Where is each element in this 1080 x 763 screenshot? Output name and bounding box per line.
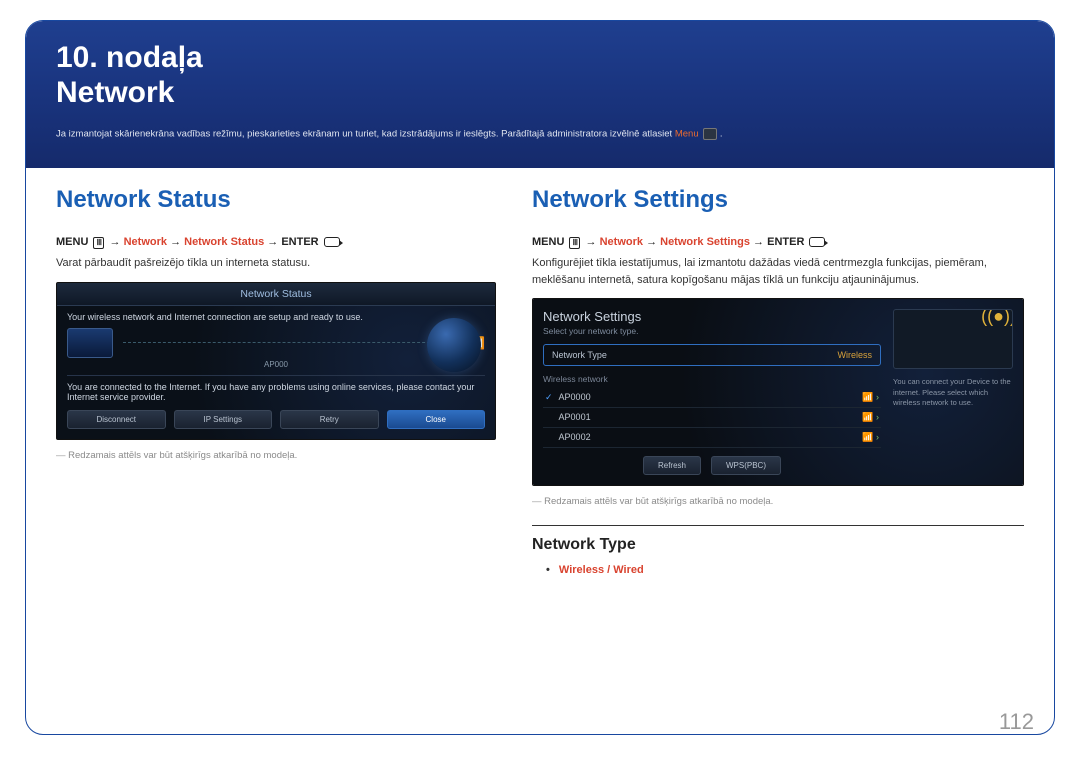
- section-divider: [532, 525, 1024, 526]
- signal-icon: ((●)): [981, 309, 1013, 327]
- settings-description: Konfigurējiet tīkla iestatījumus, lai iz…: [532, 255, 1024, 288]
- device-preview: ((●)): [893, 309, 1013, 369]
- list-item[interactable]: ✓AP0001 📶 ›: [543, 408, 881, 428]
- enter-icon: [324, 237, 340, 247]
- ns-right: ((●)) You can connect your Device to the…: [893, 309, 1013, 475]
- screenshot-network-settings: Network Settings Select your network typ…: [532, 298, 1024, 486]
- screenshot-network-status: Network Status Your wireless network and…: [56, 282, 496, 440]
- link-line: [123, 342, 460, 343]
- network-type-options: • Wireless / Wired: [532, 564, 1024, 576]
- ns-wrap: Network Settings Select your network typ…: [533, 299, 1023, 485]
- screenshot-line1: Your wireless network and Internet conne…: [67, 312, 485, 322]
- path-network: Network: [600, 236, 643, 248]
- column-network-settings: Network Settings MENU Ⅲ → Network → Netw…: [532, 186, 1024, 576]
- content-area: Network Status MENU Ⅲ → Network → Networ…: [26, 168, 1054, 576]
- path-enter: ENTER: [281, 236, 318, 248]
- menu-grid-icon: Ⅲ: [569, 237, 580, 249]
- ns-button-row: Refresh WPS(PBC): [543, 456, 881, 475]
- banner-note-text: Ja izmantojat skārienekrāna vadības režī…: [56, 129, 675, 140]
- ap-name: AP0001: [559, 412, 591, 422]
- chapter-title: Network: [56, 76, 174, 109]
- chapter-number: 10. nodaļa: [56, 41, 203, 74]
- settings-footnote: Redzamais attēls var būt atšķirīgs atkar…: [532, 496, 1024, 507]
- heading-network-settings: Network Settings: [532, 186, 1024, 214]
- screenshot-button-row: Disconnect IP Settings Retry Close: [67, 410, 485, 429]
- ip-settings-button[interactable]: IP Settings: [174, 410, 273, 429]
- option-wired: Wired: [613, 564, 643, 576]
- path-network: Network: [124, 236, 167, 248]
- column-network-status: Network Status MENU Ⅲ → Network → Networ…: [56, 186, 496, 576]
- ns-subtitle: Select your network type.: [543, 326, 881, 336]
- path-menu: MENU: [56, 236, 88, 248]
- list-item[interactable]: ✓AP0002 📶 ›: [543, 428, 881, 448]
- path-arrow: →: [267, 236, 281, 248]
- screenshot-divider: [67, 375, 485, 376]
- banner-menu-word: Menu: [675, 129, 699, 140]
- close-button[interactable]: Close: [387, 410, 486, 429]
- option-sep: /: [604, 564, 613, 576]
- path-arrow: →: [646, 236, 660, 248]
- status-description: Varat pārbaudīt pašreizējo tīkla un inte…: [56, 255, 496, 272]
- heading-network-type: Network Type: [532, 536, 1024, 554]
- wps-button[interactable]: WPS(PBC): [711, 456, 781, 475]
- menu-path-settings: MENU Ⅲ → Network → Network Settings → EN…: [532, 236, 1024, 249]
- bullet-dot: •: [546, 564, 550, 576]
- ap-label: AP000: [67, 360, 485, 369]
- wifi-icon: 📶 ›: [862, 432, 879, 443]
- ap-name: AP0002: [559, 432, 591, 442]
- tv-icon: [67, 328, 113, 358]
- path-arrow: →: [110, 236, 124, 248]
- globe-icon: [427, 318, 481, 372]
- path-enter: ENTER: [767, 236, 804, 248]
- wireless-list: Wireless network ✓ AP0000 📶 › ✓AP0001 📶 ›…: [543, 374, 881, 448]
- disconnect-button[interactable]: Disconnect: [67, 410, 166, 429]
- wireless-list-label: Wireless network: [543, 374, 881, 384]
- chapter-heading: 10. nodaļa Network: [56, 41, 1024, 110]
- network-type-label: Network Type: [552, 350, 607, 360]
- path-menu: MENU: [532, 236, 564, 248]
- screenshot-title: Network Status: [57, 283, 495, 306]
- path-network-status: Network Status: [184, 236, 264, 248]
- page-number: 112: [999, 709, 1034, 735]
- path-arrow: →: [586, 236, 600, 248]
- ns-title: Network Settings: [543, 309, 881, 324]
- banner-note: Ja izmantojat skārienekrāna vadības režī…: [56, 128, 1024, 140]
- chapter-banner: 10. nodaļa Network Ja izmantojat skārien…: [26, 21, 1054, 168]
- ns-info-text: You can connect your Device to the inter…: [893, 377, 1013, 409]
- option-wireless: Wireless: [559, 564, 604, 576]
- enter-icon: [809, 237, 825, 247]
- heading-network-status: Network Status: [56, 186, 496, 214]
- path-network-settings: Network Settings: [660, 236, 750, 248]
- banner-note-suffix: .: [720, 129, 723, 140]
- list-item[interactable]: ✓ AP0000 📶 ›: [543, 388, 881, 408]
- menu-icon: [703, 128, 717, 140]
- status-footnote: Redzamais attēls var būt atšķirīgs atkar…: [56, 450, 496, 461]
- page-frame: 10. nodaļa Network Ja izmantojat skārien…: [25, 20, 1055, 735]
- ap-name: AP0000: [559, 392, 591, 402]
- menu-grid-icon: Ⅲ: [93, 237, 104, 249]
- path-arrow: →: [170, 236, 184, 248]
- ns-left: Network Settings Select your network typ…: [543, 309, 881, 475]
- path-arrow: →: [753, 236, 767, 248]
- wifi-icon: 📶 ›: [862, 392, 879, 403]
- retry-button[interactable]: Retry: [280, 410, 379, 429]
- wifi-icon: 📶 ›: [862, 412, 879, 423]
- screenshot-line2: You are connected to the Internet. If yo…: [67, 382, 485, 402]
- connection-diagram: 📶: [67, 328, 485, 358]
- refresh-button[interactable]: Refresh: [643, 456, 701, 475]
- menu-path-status: MENU Ⅲ → Network → Network Status → ENTE…: [56, 236, 496, 249]
- network-type-selector[interactable]: Network Type Wireless: [543, 344, 881, 366]
- screenshot-body: Your wireless network and Internet conne…: [57, 306, 495, 439]
- check-icon: ✓: [545, 392, 553, 402]
- network-type-value: Wireless: [837, 350, 872, 360]
